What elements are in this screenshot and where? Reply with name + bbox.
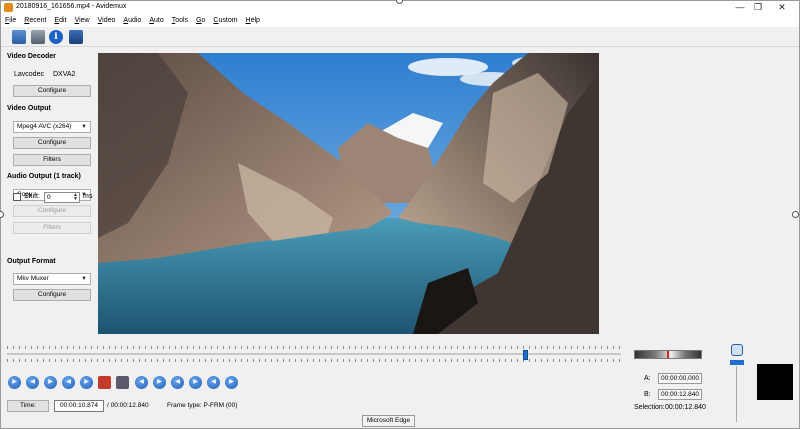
- info-icon[interactable]: i: [49, 30, 63, 44]
- set-marker-a-icon[interactable]: [98, 376, 111, 389]
- video-frame-image: [98, 53, 599, 334]
- video-decoder-title: Video Decoder: [7, 53, 56, 60]
- previous-frame-icon[interactable]: ◀: [26, 376, 39, 389]
- time-button[interactable]: Time:: [7, 400, 49, 412]
- save-icon[interactable]: [31, 30, 45, 44]
- marker-a-label: A:: [644, 375, 651, 382]
- slider-rail: [7, 353, 621, 355]
- next-cut-icon[interactable]: ▶: [153, 376, 166, 389]
- goto-last-frame-icon[interactable]: ▶: [225, 376, 238, 389]
- shift-value: 0: [47, 194, 51, 201]
- calculator-icon[interactable]: [69, 30, 83, 44]
- audio-configure-button[interactable]: Configure: [13, 205, 91, 217]
- muxer-configure-button[interactable]: Configure: [13, 289, 91, 301]
- video-filters-button[interactable]: Filters: [13, 154, 91, 166]
- chevron-down-icon: ▼: [81, 124, 87, 130]
- video-configure-button[interactable]: Configure: [13, 137, 91, 149]
- zoom-icon[interactable]: [731, 344, 743, 356]
- video-output-title: Video Output: [7, 105, 51, 112]
- toolbar: i: [1, 27, 799, 47]
- marker-b-label: B:: [644, 391, 651, 398]
- selection-label: Selection:: [634, 404, 665, 411]
- current-time-field[interactable]: 00:00:10.874: [54, 400, 104, 412]
- menu-custom[interactable]: Custom: [209, 15, 241, 27]
- menu-tools[interactable]: Tools: [168, 15, 192, 27]
- shift-label: Shift:: [24, 193, 40, 200]
- avidemux-window: 20180916_161656.mp4 - Avidemux — ❐ ✕ Fil…: [0, 0, 800, 429]
- frame-type: Frame type: P-FRM (00): [167, 402, 238, 409]
- previous-keyframe-icon[interactable]: ◀: [62, 376, 75, 389]
- next-frame-icon[interactable]: ▶: [44, 376, 57, 389]
- decoder-codec-label: Lavcodec: [14, 71, 44, 78]
- next-keyframe-icon[interactable]: ▶: [80, 376, 93, 389]
- audio-filters-button[interactable]: Filters: [13, 222, 91, 234]
- avidemux-app-icon: [4, 3, 13, 12]
- previous-cut-icon[interactable]: ◀: [135, 376, 148, 389]
- video-preview: [98, 53, 599, 334]
- menu-view[interactable]: View: [71, 15, 94, 27]
- marker-a-value[interactable]: 00:00:00.000: [658, 373, 702, 384]
- set-marker-b-icon[interactable]: [116, 376, 129, 389]
- audio-shift-row: Shift: 0 ▲ ▼ ms: [13, 192, 93, 204]
- menu-bar: File Recent Edit View Video Audio Auto T…: [1, 15, 799, 27]
- taskbar-tooltip: Microsoft Edge: [362, 415, 415, 427]
- resize-handle-right[interactable]: [792, 211, 799, 218]
- play-icon[interactable]: ▶: [8, 376, 21, 389]
- volume-meter[interactable]: [634, 350, 702, 359]
- menu-help[interactable]: Help: [242, 15, 264, 27]
- decoder-configure-button[interactable]: Configure: [13, 85, 91, 97]
- menu-audio[interactable]: Audio: [119, 15, 145, 27]
- open-icon[interactable]: [12, 30, 26, 44]
- window-title: 20180916_161656.mp4 - Avidemux: [16, 3, 127, 10]
- menu-edit[interactable]: Edit: [50, 15, 70, 27]
- muxer-select[interactable]: Mkv Muxer ▼: [13, 273, 91, 285]
- goto-marker-b-icon[interactable]: ▶: [189, 376, 202, 389]
- goto-marker-a-icon[interactable]: ◀: [171, 376, 184, 389]
- menu-recent[interactable]: Recent: [20, 15, 50, 27]
- chevron-down-icon: ▼: [81, 276, 87, 282]
- slider-ticks-top: [7, 346, 621, 349]
- slider-ticks-bottom: [7, 359, 621, 362]
- vertical-slider-rail[interactable]: [736, 366, 737, 422]
- shift-unit: ms: [83, 193, 93, 200]
- menu-auto[interactable]: Auto: [145, 15, 167, 27]
- video-codec-select[interactable]: Mpeg4 AVC (x264) ▼: [13, 121, 91, 133]
- output-format-title: Output Format: [7, 258, 56, 265]
- volume-marker: [667, 351, 669, 358]
- menu-video[interactable]: Video: [94, 15, 120, 27]
- maximize-button[interactable]: ❐: [747, 2, 769, 14]
- menu-file[interactable]: File: [1, 15, 20, 27]
- muxer-value: Mkv Muxer: [17, 275, 49, 282]
- marker-b-value[interactable]: 00:00:12.840: [658, 389, 702, 400]
- slider-thumb[interactable]: [523, 350, 528, 360]
- vertical-slider-thumb[interactable]: [730, 360, 744, 365]
- timeline-slider[interactable]: [7, 346, 621, 362]
- close-button[interactable]: ✕: [771, 2, 793, 14]
- audio-output-title: Audio Output (1 track): [7, 173, 81, 180]
- video-codec-value: Mpeg4 AVC (x264): [17, 123, 72, 130]
- selection-value: 00:00:12.840: [665, 404, 706, 411]
- goto-first-frame-icon[interactable]: ◀: [207, 376, 220, 389]
- shift-checkbox[interactable]: [13, 193, 21, 201]
- menu-go[interactable]: Go: [192, 15, 209, 27]
- spin-arrows-icon[interactable]: ▲ ▼: [73, 193, 78, 202]
- total-duration: / 00:00:12.840: [107, 402, 149, 409]
- shift-input[interactable]: 0 ▲ ▼: [44, 192, 80, 203]
- decoder-codec-value: DXVA2: [53, 71, 76, 78]
- audio-preview-box: [757, 364, 793, 400]
